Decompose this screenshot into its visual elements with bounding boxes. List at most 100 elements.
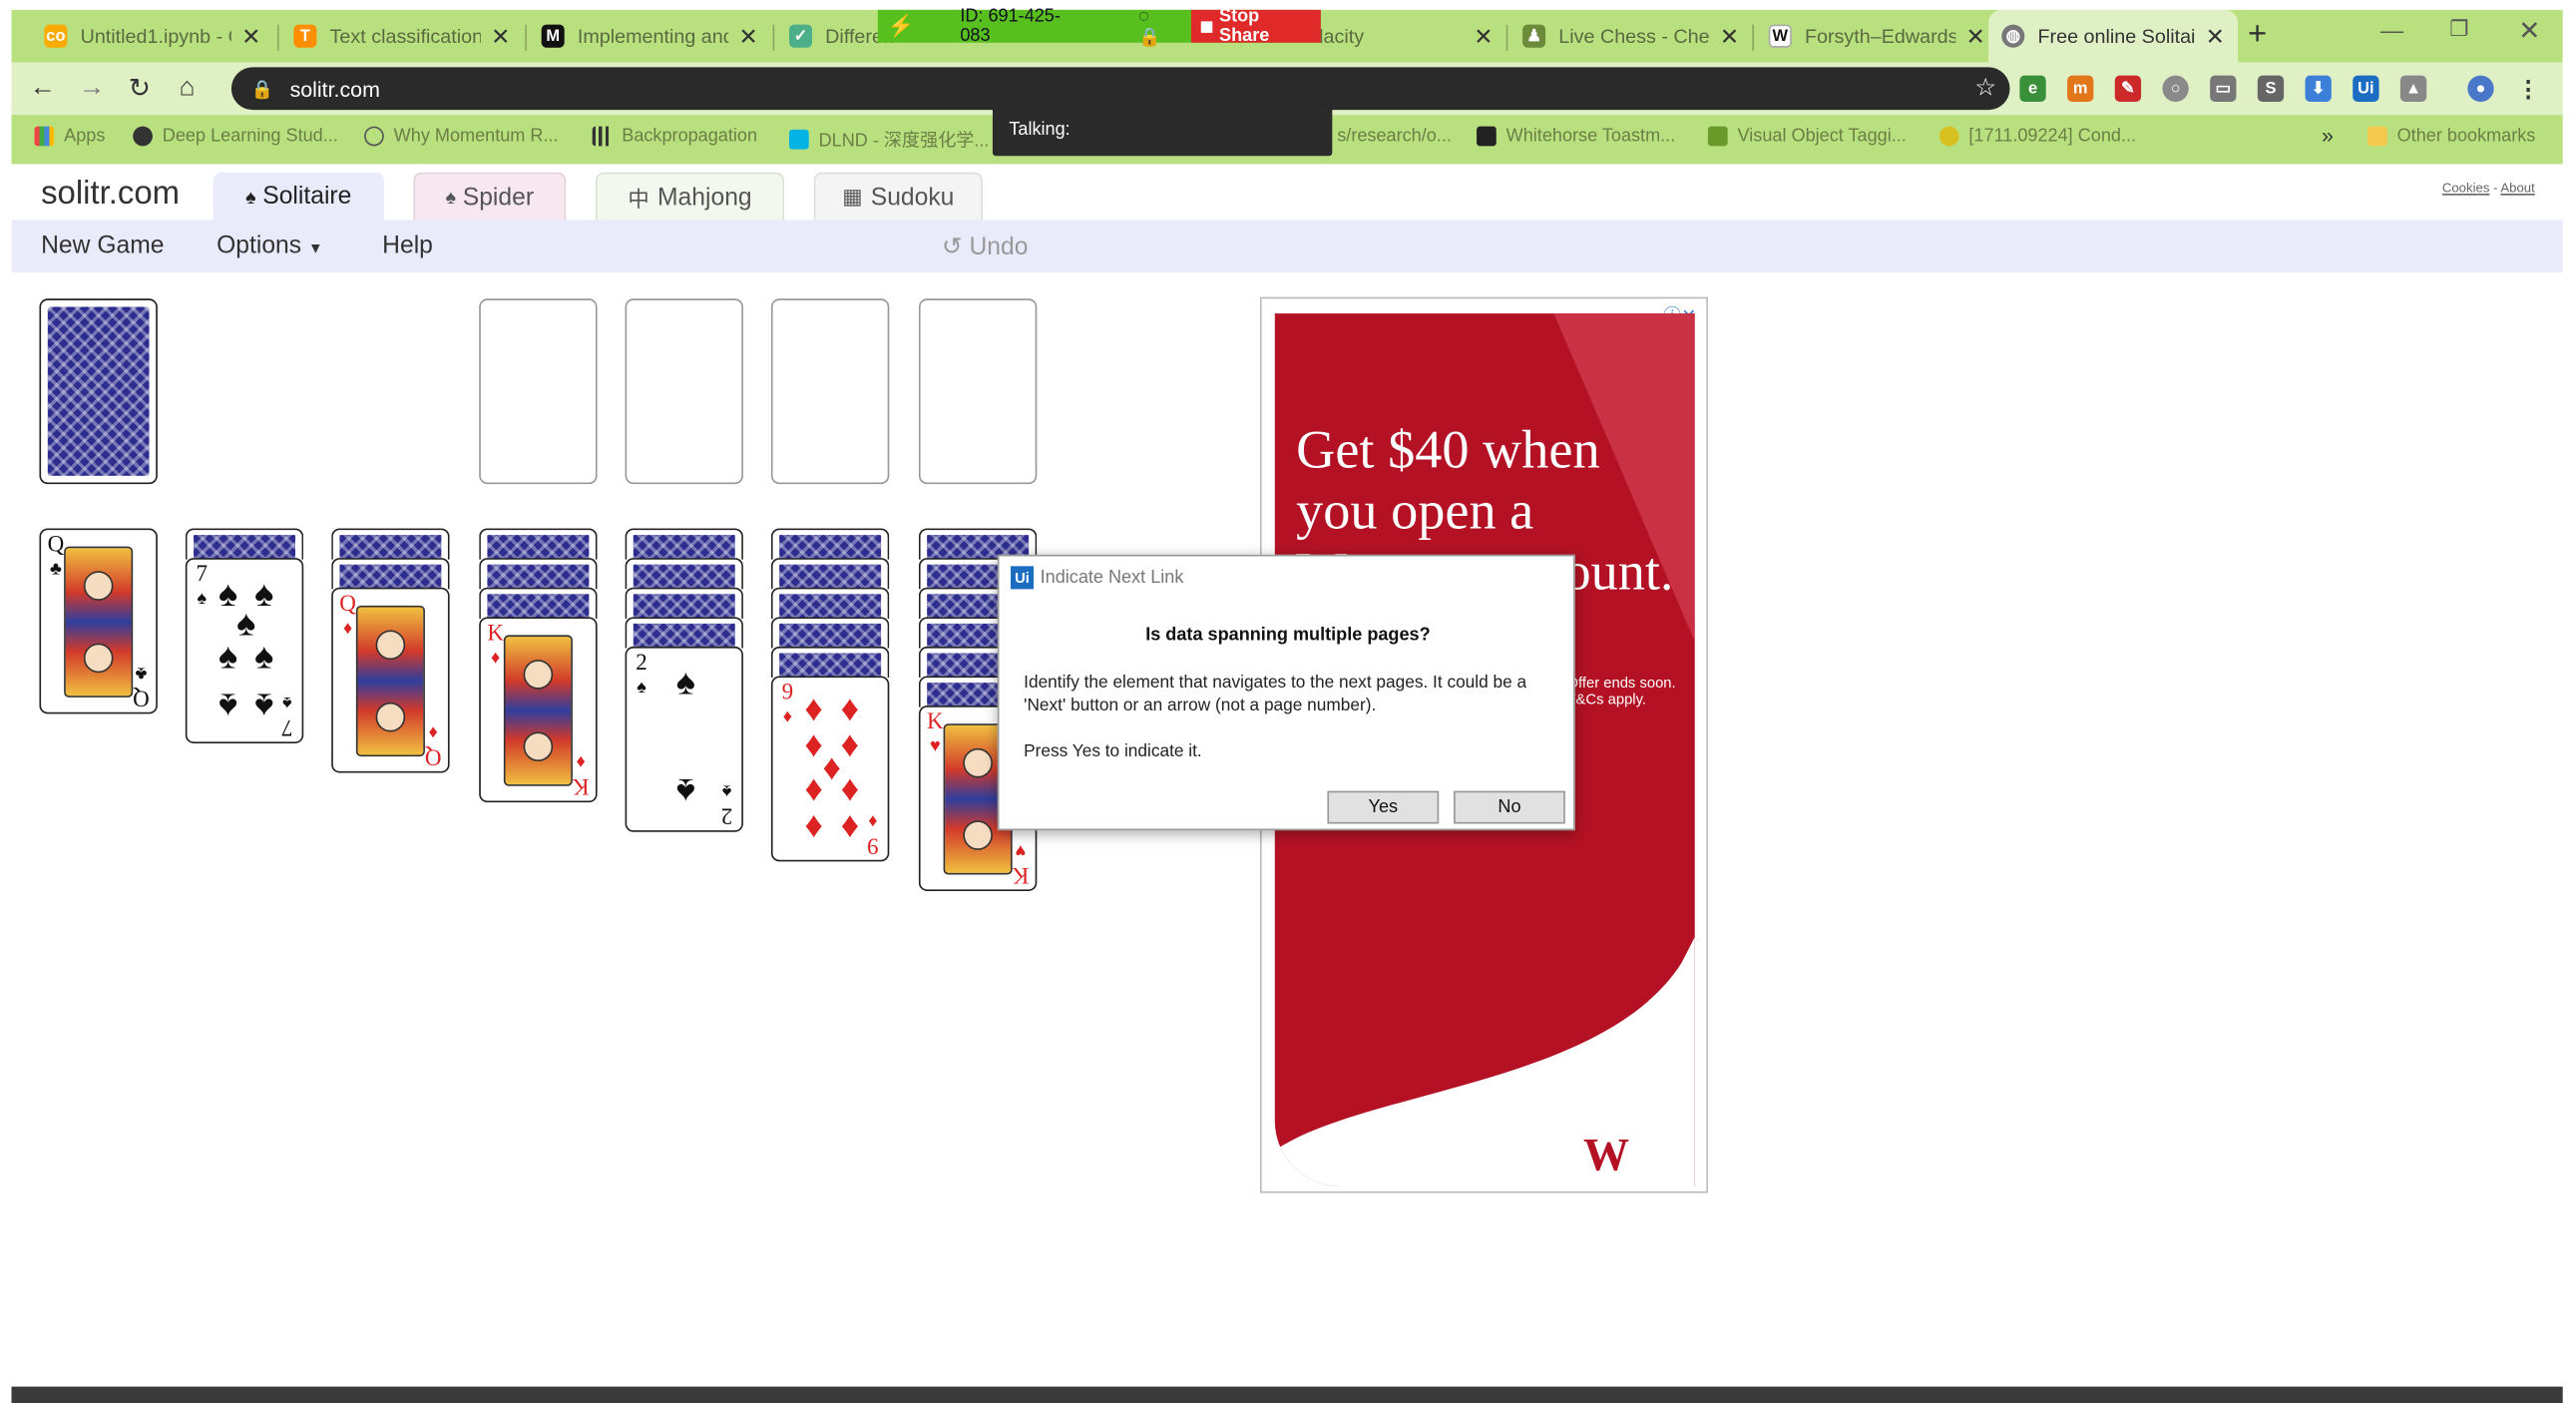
foundation-slot[interactable] <box>918 298 1038 485</box>
card-pip-icon: ♦ <box>840 807 860 849</box>
undo-icon: ↺ <box>941 233 963 261</box>
evernote-icon[interactable]: e <box>2019 75 2046 102</box>
dialog-heading: Is data spanning multiple pages? <box>1145 625 1431 646</box>
face-down-card <box>331 558 450 590</box>
foundation-slot[interactable] <box>770 298 890 485</box>
back-icon[interactable]: ← <box>26 72 59 105</box>
no-button[interactable]: No <box>1454 790 1565 824</box>
browser-tab-active[interactable]: ◍ Free online Solitai ✕ <box>1988 9 2239 63</box>
card-suit-icon: ♣ <box>135 663 148 684</box>
playing-card[interactable]: K ♦ K ♦ <box>479 617 598 803</box>
playing-card[interactable]: 2 ♠ 2 ♠ ♠ ♠ <box>625 646 743 832</box>
tab-spider[interactable]: ♠ Spider <box>413 172 567 221</box>
menu-icon[interactable]: ⋮ <box>2515 75 2541 102</box>
close-icon[interactable]: ✕ <box>1966 22 1985 50</box>
address-bar[interactable]: 🔒 solitr.com ☆ <box>230 67 2010 111</box>
pen-icon[interactable]: ✎ <box>2114 75 2142 102</box>
card-suit-icon: ♠ <box>637 678 646 698</box>
browser-tab[interactable]: T Text classification ✕ <box>280 10 523 63</box>
uipath-icon: Ui <box>1011 566 1035 590</box>
playing-card[interactable]: 7 ♠ 7 ♠ ♠ ♠ ♠ ♠ ♠ ♠ ♠ <box>185 558 304 743</box>
bookmark-item[interactable]: [1711.09224] Cond... <box>1938 126 2136 147</box>
tag-icon <box>1707 126 1728 147</box>
close-icon[interactable]: ✕ <box>241 22 260 50</box>
uipath-icon[interactable]: Ui <box>2353 75 2379 102</box>
face-down-card <box>625 617 743 649</box>
bookmark-item[interactable]: Whitehorse Toastm... <box>1477 126 1675 147</box>
about-link[interactable]: About <box>2500 181 2534 196</box>
dialog-prompt: Press Yes to indicate it. <box>1024 741 1202 762</box>
meeting-id: ID: 691-425-083 <box>960 6 1061 47</box>
cookies-link[interactable]: Cookies <box>2442 181 2490 196</box>
footer-links: Cookies - About <box>2441 180 2535 196</box>
grid-icon: ▦ <box>842 184 863 209</box>
lock-icon: 🔒 <box>250 79 274 100</box>
card-rank: 2 <box>636 651 647 677</box>
foundation-slot[interactable] <box>479 298 598 485</box>
close-icon[interactable]: ✕ <box>1720 22 1739 50</box>
tab-sudoku[interactable]: ▦ Sudoku <box>813 172 984 221</box>
stock-pile[interactable] <box>39 298 158 485</box>
help-button[interactable]: Help <box>382 232 433 259</box>
bookmark-item[interactable]: DLND - 深度强化学... <box>789 127 989 153</box>
face-down-card <box>625 528 743 560</box>
bookmark-star-icon[interactable]: ☆ <box>1974 72 1996 102</box>
face-down-card <box>770 646 890 679</box>
court-figure <box>503 635 573 786</box>
smiley-icon <box>1938 126 1959 147</box>
bookmark-item[interactable]: s/research/o... <box>1337 127 1452 147</box>
browser-tab[interactable]: ♟ Live Chess - Chess✕ <box>1509 10 1752 63</box>
new-tab-button[interactable]: + <box>2248 16 2267 54</box>
close-icon[interactable]: ✕ <box>491 22 510 50</box>
options-menu[interactable]: Options ▼ <box>216 232 323 259</box>
card-pip-icon: ♠ <box>675 661 696 702</box>
bookmarks-overflow-button[interactable]: » <box>2322 123 2334 148</box>
metamask-icon[interactable]: m <box>2067 75 2094 102</box>
bookmark-item[interactable]: Visual Object Taggi... <box>1707 126 1907 147</box>
face-down-card <box>479 587 598 619</box>
bookmark-item[interactable]: Backpropagation <box>592 126 757 147</box>
bookmark-item[interactable]: Deep Learning Stud... <box>133 126 338 147</box>
card-pip-icon: ♦ <box>840 770 860 813</box>
playing-card[interactable]: Q ♣ Q ♣ <box>39 528 158 714</box>
card-pip-icon: ♦ <box>840 688 860 729</box>
site-logo[interactable]: solitr.com <box>41 176 180 214</box>
card-pip-icon: ♠ <box>254 635 274 677</box>
window-close-icon[interactable]: ✕ <box>2518 15 2540 48</box>
card-suit-icon: ♦ <box>576 751 586 771</box>
browser-tab[interactable]: co Untitled1.ipynb - C ✕ <box>31 10 273 63</box>
dialog-title: Ui Indicate Next Link <box>1011 566 1183 590</box>
close-icon[interactable]: ✕ <box>738 22 757 50</box>
s-extension-icon[interactable]: S <box>2257 75 2285 102</box>
close-icon[interactable]: ✕ <box>2206 22 2225 50</box>
close-icon[interactable]: ✕ <box>1474 22 1493 50</box>
bookmark-item[interactable]: Why Momentum R... <box>364 126 559 147</box>
bookmark-apps[interactable]: Apps <box>34 126 105 147</box>
foundation-slot[interactable] <box>625 298 743 485</box>
cast-icon[interactable]: ▭ <box>2210 75 2237 102</box>
stop-share-button[interactable]: Stop Share <box>1191 7 1321 46</box>
reload-icon[interactable]: ↻ <box>123 72 156 105</box>
dialog-body: Identify the element that navigates to t… <box>1024 673 1527 716</box>
minimize-icon[interactable]: — <box>2380 16 2403 42</box>
tab-solitaire[interactable]: ♠ Solitaire <box>213 172 384 221</box>
profile-avatar[interactable]: ● <box>2467 75 2494 102</box>
yes-button[interactable]: Yes <box>1327 790 1440 824</box>
drive-icon[interactable]: ▲ <box>2399 75 2427 102</box>
browser-tab[interactable]: W Forsyth–Edwards N✕ <box>1756 10 1998 63</box>
playing-card[interactable]: 9 ♦ 9 ♦ ♦ ♦ ♦ ♦ ♦ ♦ ♦ ♦ ♦ <box>770 676 890 862</box>
face-down-card <box>770 558 890 590</box>
restore-icon[interactable]: ❐ <box>2449 16 2468 42</box>
undo-button[interactable]: ↺ Undo <box>942 232 1029 261</box>
forward-icon[interactable]: → <box>76 72 109 105</box>
home-icon[interactable]: ⌂ <box>171 72 204 105</box>
tab-mahjong[interactable]: 中 Mahjong <box>595 172 785 221</box>
download-icon[interactable]: ⬇ <box>2305 75 2332 102</box>
browser-tab[interactable]: M Implementing and ✕ <box>529 10 771 63</box>
court-figure <box>355 605 425 757</box>
other-bookmarks[interactable]: Other bookmarks <box>2367 126 2535 147</box>
extension-icon[interactable]: ○ <box>2162 75 2189 102</box>
new-game-button[interactable]: New Game <box>41 232 164 259</box>
playing-card[interactable]: Q ♦ Q ♦ <box>331 587 450 773</box>
apps-icon <box>34 126 55 147</box>
